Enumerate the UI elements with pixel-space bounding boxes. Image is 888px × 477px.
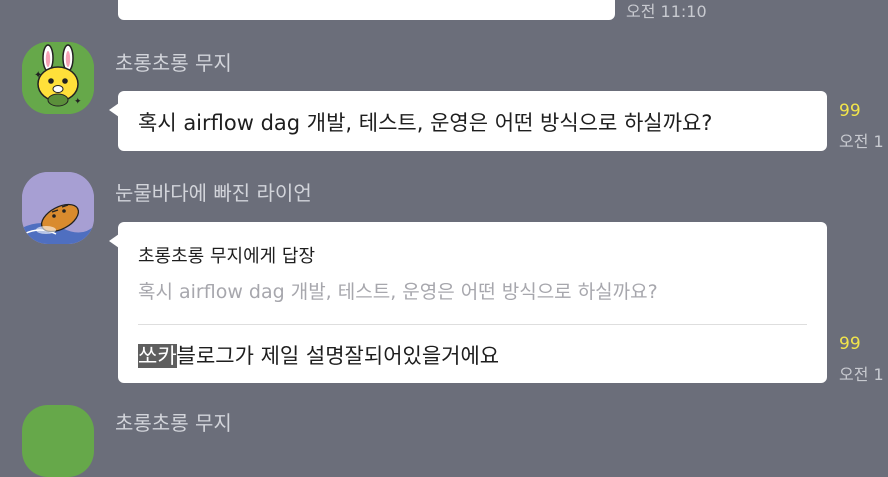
message-time: 오전 1 (839, 365, 884, 384)
unread-count: 99 (839, 101, 861, 121)
sender-name: 눈물바다에 빠진 라이언 (115, 181, 312, 205)
muzi-rabbit-icon: ✦ ✦ (22, 42, 94, 114)
selected-text[interactable]: 쏘카 (138, 344, 177, 368)
reply-quoted-text[interactable]: 혹시 airflow dag 개발, 테스트, 운영은 어떤 방식으로 하실까요… (138, 277, 658, 304)
previous-message-bubble[interactable] (118, 0, 615, 20)
previous-message-time: 오전 11:10 (626, 2, 707, 21)
ryan-lion-icon (22, 172, 94, 244)
reply-message-bubble[interactable]: 초롱초롱 무지에게 답장 혹시 airflow dag 개발, 테스트, 운영은… (109, 222, 827, 383)
muzi-avatar[interactable] (22, 405, 94, 477)
sender-name: 초롱초롱 무지 (115, 411, 232, 435)
unread-count: 99 (839, 334, 861, 354)
reply-target-label: 초롱초롱 무지에게 답장 (138, 246, 316, 267)
message-bubble[interactable]: 혹시 airflow dag 개발, 테스트, 운영은 어떤 방식으로 하실까요… (109, 91, 827, 151)
reply-divider (138, 324, 807, 325)
muzi-avatar[interactable]: ✦ ✦ (22, 42, 94, 114)
ryan-avatar[interactable] (22, 172, 94, 244)
message-text: 혹시 airflow dag 개발, 테스트, 운영은 어떤 방식으로 하실까요… (138, 111, 713, 135)
message-time: 오전 1 (839, 132, 884, 151)
svg-text:✦: ✦ (34, 70, 42, 81)
sender-name: 초롱초롱 무지 (115, 51, 232, 75)
message-text-rest: 블로그가 제일 설명잘되어있을거에요 (176, 344, 500, 368)
svg-text:✦: ✦ (74, 97, 82, 107)
message-text: 쏘카블로그가 제일 설명잘되어있을거에요 (138, 340, 499, 370)
